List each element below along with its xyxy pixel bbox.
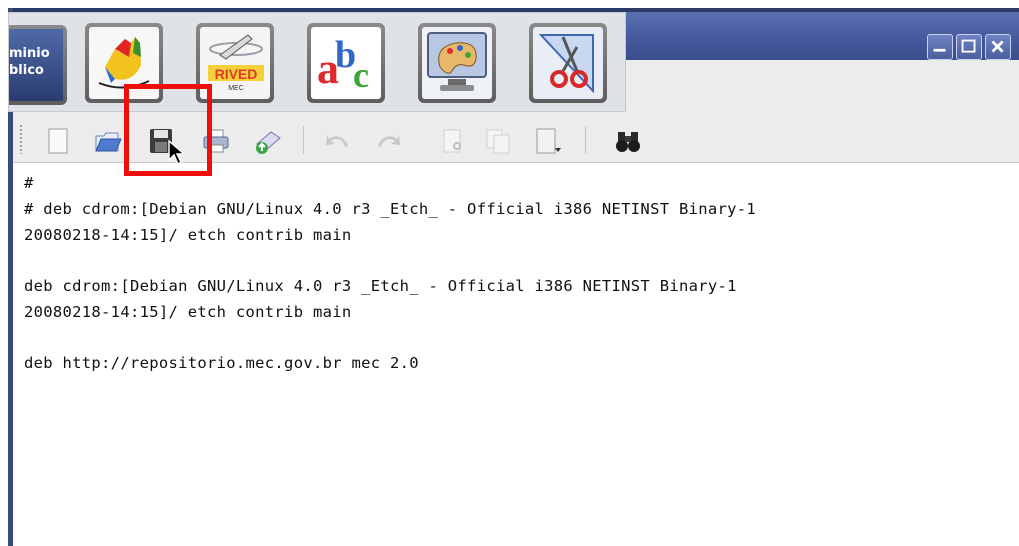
paste-icon[interactable] xyxy=(533,126,563,156)
abc-tile[interactable]: a b c xyxy=(307,23,385,103)
editor-line: deb cdrom:[Debian GNU/Linux 4.0 r3 _Etch… xyxy=(24,277,737,295)
toolbar-grip[interactable] xyxy=(19,124,23,154)
copy-icon[interactable] xyxy=(483,126,513,156)
editor-line: 20080218-14:15]/ etch contrib main xyxy=(24,226,352,244)
save-as-icon[interactable] xyxy=(253,126,283,156)
cut-icon[interactable] xyxy=(438,126,468,156)
dominio-label-line2: blico xyxy=(9,63,44,78)
maximize-icon xyxy=(961,39,976,53)
editor-line: 20080218-14:15]/ etch contrib main xyxy=(24,303,352,321)
minimize-icon xyxy=(933,48,946,52)
drafting-scissors-icon xyxy=(538,34,594,94)
rived-label: RIVED xyxy=(215,66,258,82)
close-icon xyxy=(991,40,1004,53)
close-button[interactable] xyxy=(985,34,1011,60)
editor-line: # xyxy=(24,174,34,192)
new-document-icon[interactable] xyxy=(43,126,73,156)
open-folder-icon[interactable] xyxy=(93,126,123,156)
paint-palette-icon xyxy=(427,32,487,91)
toolbar-separator xyxy=(585,126,586,154)
editor-line: deb http://repositorio.mec.gov.br mec 2.… xyxy=(24,354,419,372)
redo-icon[interactable] xyxy=(373,126,403,156)
rived-sublabel: MEC xyxy=(228,85,244,92)
window-controls xyxy=(927,34,1011,60)
editor-line: # deb cdrom:[Debian GNU/Linux 4.0 r3 _Et… xyxy=(24,200,757,218)
undo-icon[interactable] xyxy=(323,126,353,156)
mouse-cursor-icon xyxy=(168,140,186,166)
abc-letters-icon: a b c xyxy=(317,34,369,95)
draw-tile[interactable] xyxy=(529,23,607,103)
paint-tile[interactable] xyxy=(418,23,496,103)
toolbar-separator xyxy=(303,126,304,154)
binoculars-icon[interactable] xyxy=(613,126,643,156)
minimize-button[interactable] xyxy=(927,34,953,60)
maximize-button[interactable] xyxy=(956,34,982,60)
app-launcher-panel: minio blico RIVED MEC a b c xyxy=(8,12,626,112)
svg-text:c: c xyxy=(353,55,369,95)
dominio-label-line1: minio xyxy=(9,46,50,61)
text-editor-area[interactable]: # # deb cdrom:[Debian GNU/Linux 4.0 r3 _… xyxy=(13,163,1019,546)
dominio-publico-tile[interactable]: minio blico xyxy=(9,25,67,105)
